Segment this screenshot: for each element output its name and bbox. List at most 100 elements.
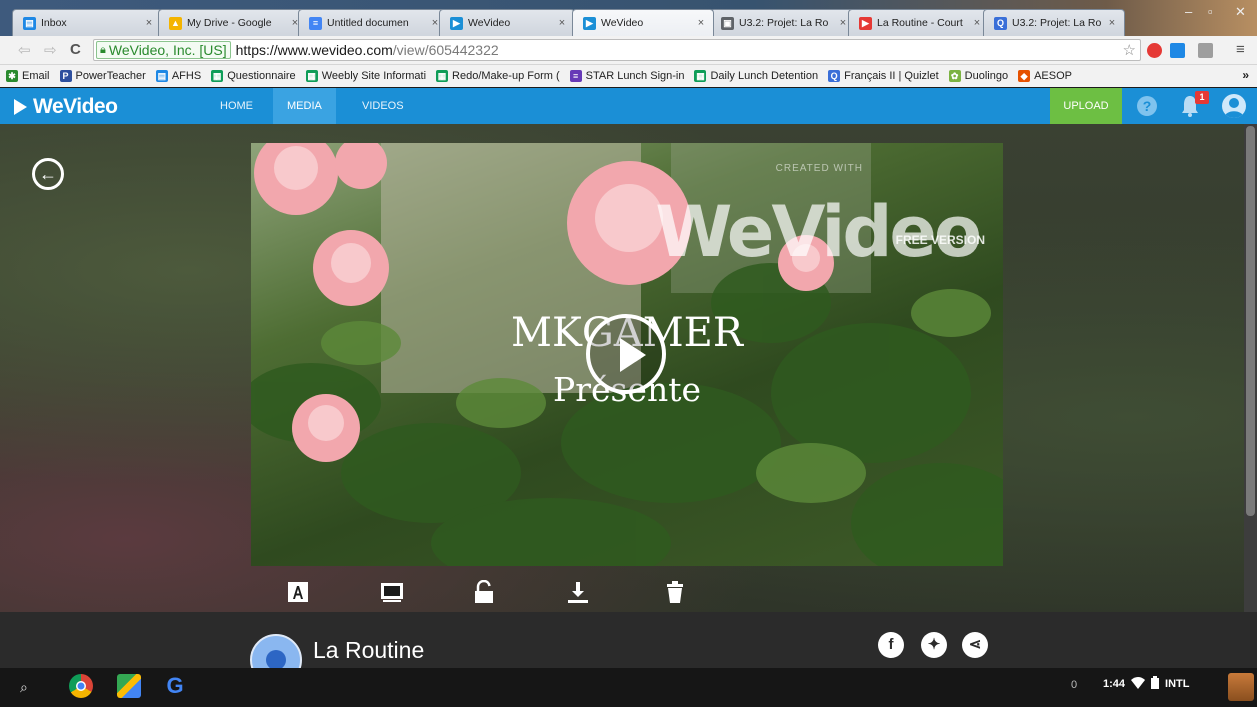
tab-wevideo-active[interactable]: ▶ WeVideo × [572, 9, 714, 36]
bookmark-questionnaire[interactable]: ▦ Questionnaire [211, 70, 296, 82]
bookmark-daily-lunch[interactable]: ▦ Daily Lunch Detention [694, 70, 818, 82]
delete-trash-icon[interactable] [663, 580, 687, 604]
megaphone-extension-icon[interactable] [1170, 43, 1185, 58]
bookmark-aesop[interactable]: ◆ AESOP [1018, 70, 1072, 82]
close-tab-icon[interactable]: × [1106, 17, 1118, 29]
sheets-icon: ▦ [694, 70, 707, 82]
afhs-icon: ▤ [155, 70, 168, 82]
help-icon[interactable]: ? [1137, 96, 1157, 116]
account-avatar[interactable] [1228, 673, 1254, 701]
back-arrow-icon[interactable]: ⇦ [18, 41, 31, 59]
bookmark-afhs[interactable]: ▤ AFHS [155, 70, 202, 82]
close-tab-icon[interactable]: × [556, 17, 568, 29]
forward-arrow-icon[interactable]: ⇨ [44, 41, 57, 59]
ev-certificate-badge[interactable]: 🔒︎ WeVideo, Inc. [US] [96, 41, 231, 59]
download-icon[interactable] [566, 580, 590, 604]
chrome-menu-icon[interactable]: ≡ [1236, 41, 1245, 58]
tab-wevideo-1[interactable]: ▶ WeVideo × [439, 9, 575, 36]
classroom-favicon-icon: ▣ [721, 16, 734, 30]
bookmark-label: Email [22, 70, 50, 82]
scrollbar-thumb[interactable] [1246, 126, 1255, 516]
drive-favicon-icon: ▲ [169, 16, 182, 30]
user-avatar[interactable] [1222, 94, 1246, 118]
clock-time: 1:44 [1103, 678, 1126, 690]
bookmark-powerteacher[interactable]: P PowerTeacher [59, 70, 146, 82]
bookmarks-bar: ✱ Email P PowerTeacher ▤ AFHS ▦ Questionnair… [0, 65, 1257, 87]
play-button-icon[interactable] [586, 314, 666, 394]
bookmark-label: Questionnaire [227, 70, 296, 82]
wifi-icon [1131, 676, 1146, 692]
notification-count-badge: 1 [1195, 91, 1209, 104]
thumbnail-screen-icon[interactable] [380, 580, 404, 604]
wevideo-watermark: WeVideo [655, 191, 982, 273]
bookmark-star-lunch[interactable]: ≡ STAR Lunch Sign-in [569, 70, 684, 82]
bookmark-label: PowerTeacher [75, 70, 146, 82]
status-tray[interactable]: 1:44 INTL [1103, 676, 1189, 692]
address-bar[interactable]: 🔒︎ WeVideo, Inc. [US] https://www.wevide… [93, 39, 1141, 61]
rename-text-icon[interactable] [286, 580, 310, 604]
logo-text: WeVideo [33, 95, 118, 118]
more-bookmarks-chevron-icon[interactable]: » [1242, 68, 1249, 82]
minimize-icon[interactable]: – [1185, 4, 1192, 19]
inbox-favicon-icon: ▤ [23, 16, 36, 30]
nav-home[interactable]: HOME [206, 88, 267, 124]
bookmark-duolingo[interactable]: ✿ Duolingo [948, 70, 1008, 82]
facebook-share-icon[interactable]: f [878, 632, 904, 658]
google-maps-app-icon[interactable] [117, 674, 141, 698]
tab-my-drive[interactable]: ▲ My Drive - Google × [158, 9, 308, 36]
share-icon[interactable]: ⋖ [962, 632, 988, 658]
bookmark-weebly[interactable]: ▦ Weebly Site Informati [305, 70, 427, 82]
tab-inbox[interactable]: ▤ Inbox × [12, 9, 162, 36]
nav-videos[interactable]: VIDEOS [348, 88, 418, 124]
ublock-extension-icon[interactable] [1147, 43, 1162, 58]
maximize-icon[interactable]: ▫ [1208, 4, 1213, 19]
browser-tab-strip: ▤ Inbox × ▲ My Drive - Google × ≡ Untitl… [0, 0, 1257, 36]
nav-media[interactable]: MEDIA [273, 88, 336, 124]
user-icon [1224, 98, 1244, 118]
url-path: /view/605442322 [392, 42, 499, 58]
aesop-icon: ◆ [1018, 70, 1031, 82]
twitter-share-icon[interactable]: ✦ [921, 632, 947, 658]
quizlet-icon: Q [828, 70, 841, 82]
bookmark-quizlet[interactable]: Q Français II | Quizlet [828, 70, 939, 82]
bookmark-star-icon[interactable]: ☆ [1123, 41, 1136, 59]
puzzle-extension-icon[interactable] [1198, 43, 1213, 58]
chrome-app-icon[interactable] [69, 674, 93, 698]
close-tab-icon[interactable]: × [695, 17, 707, 29]
tab-projet-quizlet[interactable]: Q U3.2: Projet: La Ro × [983, 9, 1125, 36]
tab-title: WeVideo [601, 17, 644, 29]
wevideo-logo[interactable]: WeVideo [14, 95, 118, 119]
unlock-icon[interactable] [472, 580, 496, 604]
close-window-icon[interactable]: ✕ [1235, 4, 1246, 20]
close-tab-icon[interactable]: × [143, 17, 155, 29]
chromeos-shelf [0, 668, 1257, 707]
duolingo-icon: ✿ [948, 70, 961, 82]
bookmark-redo-form[interactable]: ▦ Redo/Make-up Form ( [436, 70, 560, 82]
lock-icon: 🔒︎ [100, 43, 106, 56]
bookmark-label: Weebly Site Informati [321, 70, 427, 82]
tab-untitled-document[interactable]: ≡ Untitled documen × [298, 9, 448, 36]
wevideo-header: WeVideo HOME MEDIA VIDEOS UPLOAD ? [0, 88, 1257, 124]
bookmark-email[interactable]: ✱ Email [6, 70, 50, 82]
reload-icon[interactable]: C [70, 41, 81, 58]
watermark-subtitle: FREE VERSION [895, 233, 985, 247]
tab-title: My Drive - Google [187, 17, 272, 29]
close-tab-icon[interactable]: × [971, 17, 983, 29]
watermark-top-text: CREATED WITH [775, 163, 863, 174]
bookmark-label: AESOP [1034, 70, 1072, 82]
quizlet-favicon-icon: Q [994, 16, 1007, 30]
email-bookmark-icon: ✱ [6, 70, 18, 82]
upload-button[interactable]: UPLOAD [1050, 88, 1122, 124]
launcher-search-icon[interactable]: ⌕ [20, 679, 28, 696]
bookmark-label: Français II | Quizlet [844, 70, 939, 82]
tab-title: U3.2: Projet: La Ro [739, 17, 829, 29]
tab-projet-la-routine[interactable]: ▣ U3.2: Projet: La Ro × [710, 9, 856, 36]
notification-count[interactable]: 0 [1071, 679, 1077, 691]
google-search-app-icon[interactable]: G [163, 674, 187, 698]
tab-la-routine-youtube[interactable]: ▶ La Routine - Court × [848, 9, 990, 36]
wevideo-favicon-icon: ▶ [450, 16, 463, 30]
tab-title: Untitled documen [327, 17, 409, 29]
back-circle-arrow-icon[interactable]: ← [32, 158, 64, 190]
media-info-bar [0, 612, 1257, 668]
bookmark-label: AFHS [171, 70, 202, 82]
